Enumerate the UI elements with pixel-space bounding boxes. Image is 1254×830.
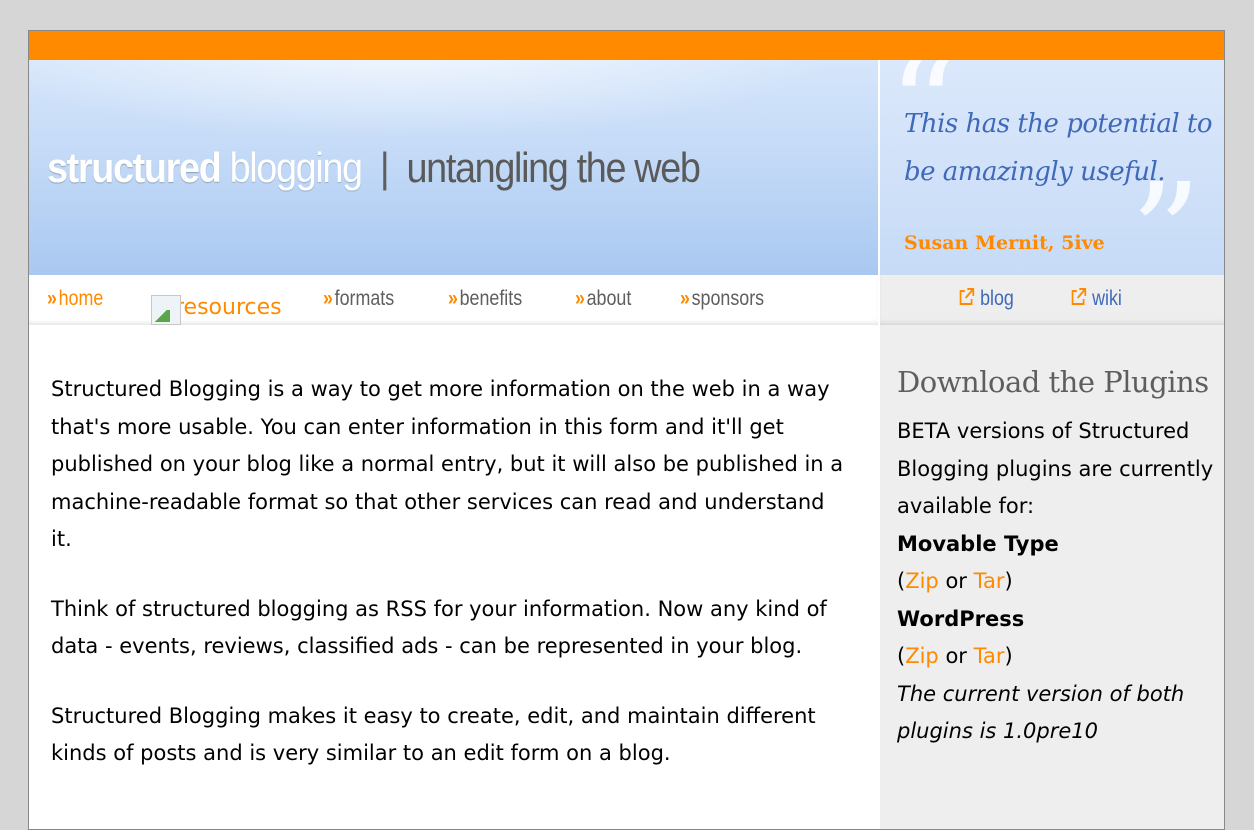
nav-home-label: home (58, 287, 104, 310)
quote-text: This has the potential to be amazingly u… (904, 109, 1213, 187)
logo-separator: | (379, 144, 390, 191)
external-link-icon (1071, 288, 1087, 305)
sidebar-title: Download the Plugins (897, 365, 1209, 399)
external-link-wiki[interactable]: wiki (1070, 287, 1122, 311)
main-content: Structured Blogging is a way to get more… (51, 371, 851, 805)
broken-image-icon (151, 295, 181, 325)
tar-download-link[interactable]: Tar (974, 569, 1005, 593)
external-link-blog-label: blog (980, 287, 1014, 310)
rss-paragraph: Think of structured blogging as RSS for … (51, 596, 827, 659)
testimonial-quote: “ ” This has the potential to be amazing… (880, 60, 1224, 275)
nav-benefits[interactable]: »benefits (448, 287, 522, 311)
version-note: The current version of both plugins is 1… (897, 681, 1185, 744)
zip-download-link[interactable]: Zip (905, 644, 939, 668)
or-text: or (945, 644, 967, 668)
tar-download-link[interactable]: Tar (974, 644, 1005, 668)
nav-formats[interactable]: »formats (323, 287, 394, 311)
external-link-wiki-label: wiki (1092, 287, 1122, 310)
chevron-icon: » (448, 287, 458, 310)
chevron-icon: » (323, 287, 333, 310)
logo-tagline: untangling the web (406, 144, 701, 191)
logo-strong: structured (47, 144, 222, 191)
zip-download-link[interactable]: Zip (905, 569, 939, 593)
nav-sponsors-label: sponsors (691, 287, 765, 310)
nav-resources-label: resources (175, 295, 282, 320)
nav-home[interactable]: »home (47, 287, 103, 311)
top-accent-bar (29, 31, 1224, 60)
external-link-blog[interactable]: blog (958, 287, 1014, 311)
nav-formats-label: formats (334, 287, 395, 310)
chevron-icon: » (680, 287, 690, 310)
nav-resources[interactable]: resources (151, 295, 282, 329)
nav-about-label: about (586, 287, 632, 310)
platform-name-wordpress: WordPress (897, 606, 1025, 631)
nav-benefits-label: benefits (459, 287, 523, 310)
chevron-icon: » (575, 287, 585, 310)
or-text: or (945, 569, 967, 593)
nav-sponsors[interactable]: »sponsors (680, 287, 764, 311)
site-logo[interactable]: structured blogging | untangling the web (47, 144, 701, 192)
platform-downloads-movable-type: (Zip or Tar) (897, 569, 1013, 593)
download-sidebar: Download the Plugins BETA versions of St… (880, 325, 1224, 829)
main-nav: »home resources »formats »benefits »abou… (29, 275, 878, 325)
ease-paragraph: Structured Blogging makes it easy to cre… (51, 703, 816, 766)
header-banner: structured blogging | untangling the web (29, 60, 878, 275)
external-link-icon (959, 288, 975, 305)
logo-light: blogging (229, 144, 363, 191)
quote-author: Susan Mernit, 5ive (904, 232, 1105, 254)
sidebar-intro: BETA versions of Structured Blogging plu… (897, 419, 1214, 518)
intro-paragraph: Structured Blogging is a way to get more… (51, 377, 844, 551)
nav-about[interactable]: »about (575, 287, 631, 311)
chevron-icon: » (47, 287, 57, 310)
page-container: structured blogging | untangling the web… (28, 30, 1225, 830)
platform-name-movable-type: Movable Type (897, 531, 1059, 556)
external-nav: blog wiki (880, 275, 1224, 325)
platform-downloads-wordpress: (Zip or Tar) (897, 644, 1013, 668)
